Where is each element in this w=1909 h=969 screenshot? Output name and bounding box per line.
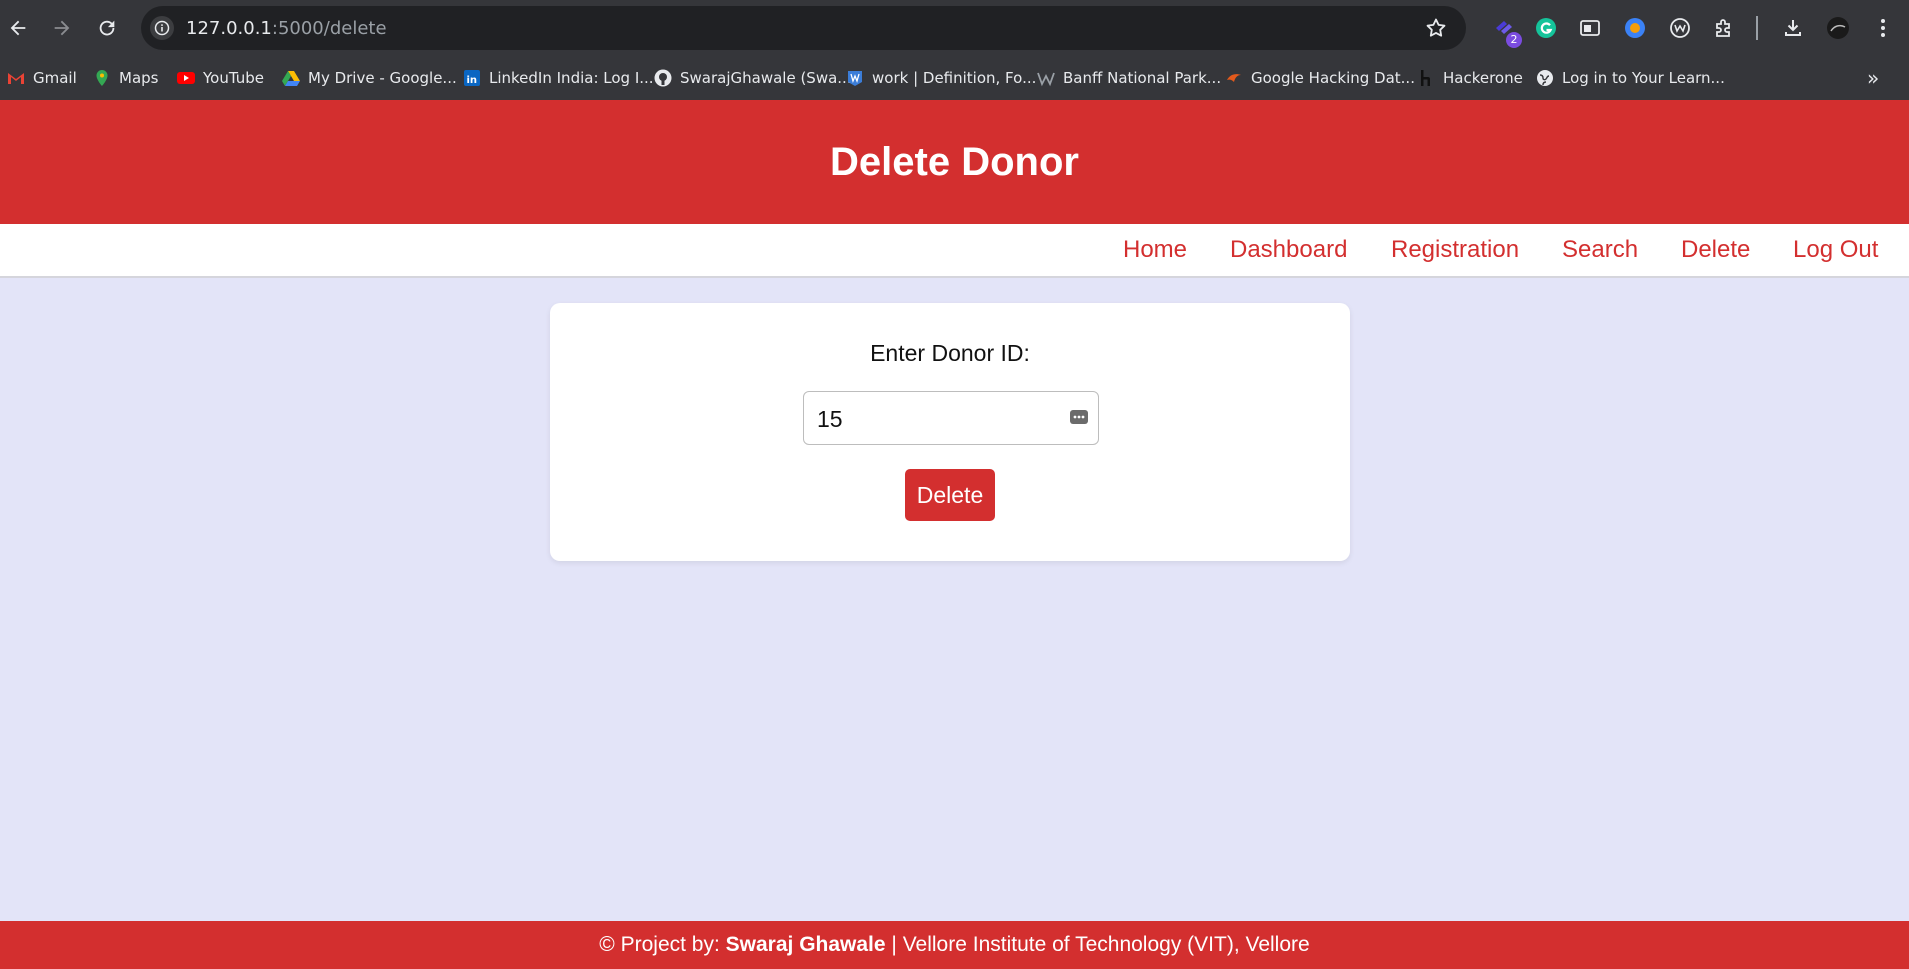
sidepanel-extension[interactable] — [1576, 14, 1604, 42]
bookmark-label: Log in to Your Learn... — [1562, 69, 1725, 87]
browser-menu-button[interactable] — [1869, 14, 1897, 42]
avatar-icon — [1827, 17, 1849, 39]
browser-toolbar: 127.0.0.1:5000/delete 2 — [0, 0, 1909, 56]
footer-institution: | Vellore Institute of Technology (VIT),… — [885, 933, 1310, 956]
page-footer: © Project by: Swaraj Ghawale | Vellore I… — [0, 921, 1909, 969]
reload-button[interactable] — [93, 14, 121, 42]
delete-donor-form: Enter Donor ID: 15 Delete — [550, 303, 1350, 561]
bookmark-label: Google Hacking Dat... — [1251, 69, 1415, 87]
dictionary-icon — [845, 68, 865, 88]
nav-link-logout[interactable]: Log Out — [1793, 236, 1878, 264]
url-text[interactable]: 127.0.0.1:5000/delete — [186, 18, 387, 39]
bookmark-label: YouTube — [203, 69, 264, 87]
donor-id-value: 15 — [817, 406, 843, 432]
bookmark-youtube[interactable]: YouTube — [176, 66, 264, 90]
globe-icon — [1535, 68, 1555, 88]
bookmark-star-icon[interactable] — [1424, 16, 1448, 40]
exploit-db-icon — [1224, 68, 1244, 88]
bookmark-label: My Drive - Google... — [308, 69, 457, 87]
more-bookmarks-chevron-icon[interactable]: » — [1867, 66, 1891, 90]
bookmark-exploit-db[interactable]: Google Hacking Dat... — [1224, 66, 1415, 90]
bookmark-label: SwarajGhawale (Swa... — [680, 69, 852, 87]
page-title: Delete Donor — [830, 139, 1079, 184]
bookmark-hackerone[interactable]: Hackerone — [1416, 66, 1523, 90]
github-icon — [653, 68, 673, 88]
address-bar[interactable]: 127.0.0.1:5000/delete — [141, 6, 1466, 50]
bookmark-label: Maps — [119, 69, 159, 87]
window-panel-icon — [1580, 20, 1600, 36]
bookmark-label: LinkedIn India: Log I... — [489, 69, 654, 87]
donor-id-input[interactable]: 15 — [803, 391, 1099, 445]
bookmarks-bar: Gmail Maps YouTube My Drive - Google... … — [0, 56, 1909, 100]
bookmark-google-drive[interactable]: My Drive - Google... — [281, 66, 457, 90]
maps-icon — [92, 68, 112, 88]
wikipedia-icon — [1036, 68, 1056, 88]
extension-badge: 2 — [1506, 32, 1522, 48]
shield-globe-icon — [1625, 18, 1645, 38]
forward-arrow-icon — [54, 20, 70, 36]
main-navigation: Home Dashboard Registration Search Delet… — [0, 224, 1909, 278]
drive-icon — [281, 68, 301, 88]
grammarly-icon — [1536, 18, 1556, 38]
footer-prefix: © Project by: — [599, 933, 726, 956]
site-info-icon[interactable] — [150, 16, 174, 40]
bookmark-label: Hackerone — [1443, 69, 1523, 87]
linkedin-icon: in — [462, 68, 482, 88]
forward-button[interactable] — [48, 14, 76, 42]
nav-link-registration[interactable]: Registration — [1391, 236, 1519, 264]
nav-link-dashboard[interactable]: Dashboard — [1230, 236, 1347, 264]
extension-button[interactable]: 2 — [1490, 14, 1522, 48]
bookmark-maps[interactable]: Maps — [92, 66, 158, 90]
bookmark-dictionary[interactable]: work | Definition, Fo... — [845, 66, 1036, 90]
bookmark-gmail[interactable]: Gmail — [6, 66, 77, 90]
nav-link-delete[interactable]: Delete — [1681, 236, 1750, 264]
bookmark-label: work | Definition, Fo... — [872, 69, 1037, 87]
bookmark-github[interactable]: SwarajGhawale (Swa... — [653, 66, 852, 90]
youtube-icon — [176, 68, 196, 88]
gmail-icon — [6, 68, 26, 88]
page-header: Delete Donor — [0, 100, 1909, 224]
nav-link-home[interactable]: Home — [1123, 236, 1187, 264]
wordtune-extension[interactable] — [1666, 14, 1694, 42]
svg-text:in: in — [467, 75, 478, 86]
donor-id-label: Enter Donor ID: — [870, 340, 1030, 366]
bookmark-label: Banff National Park... — [1063, 69, 1222, 87]
bookmark-learning-portal[interactable]: Log in to Your Learn... — [1535, 66, 1725, 90]
profile-button[interactable] — [1824, 14, 1852, 42]
hackerone-icon — [1416, 68, 1436, 88]
bookmark-linkedin[interactable]: in LinkedIn India: Log I... — [462, 66, 654, 90]
reload-icon — [99, 20, 115, 36]
extensions-menu-button[interactable] — [1710, 14, 1738, 42]
grammarly-extension[interactable] — [1532, 14, 1560, 42]
autofill-key-icon[interactable] — [1069, 407, 1089, 427]
download-icon — [1785, 20, 1801, 36]
vpn-extension[interactable] — [1621, 14, 1649, 42]
bookmark-wikipedia[interactable]: Banff National Park... — [1036, 66, 1221, 90]
puzzle-piece-icon — [1716, 19, 1730, 37]
url-host: 127.0.0.1 — [186, 18, 272, 39]
w-circle-icon — [1670, 18, 1690, 38]
back-arrow-icon — [10, 20, 26, 36]
toolbar-separator — [1756, 16, 1758, 40]
downloads-button[interactable] — [1779, 14, 1807, 42]
delete-button[interactable]: Delete — [905, 469, 995, 521]
kebab-menu-icon — [1881, 19, 1885, 37]
back-button[interactable] — [4, 14, 32, 42]
url-path: :5000/delete — [271, 18, 387, 39]
footer-author: Swaraj Ghawale — [725, 933, 886, 956]
bookmark-label: Gmail — [33, 69, 77, 87]
nav-link-search[interactable]: Search — [1562, 236, 1638, 264]
